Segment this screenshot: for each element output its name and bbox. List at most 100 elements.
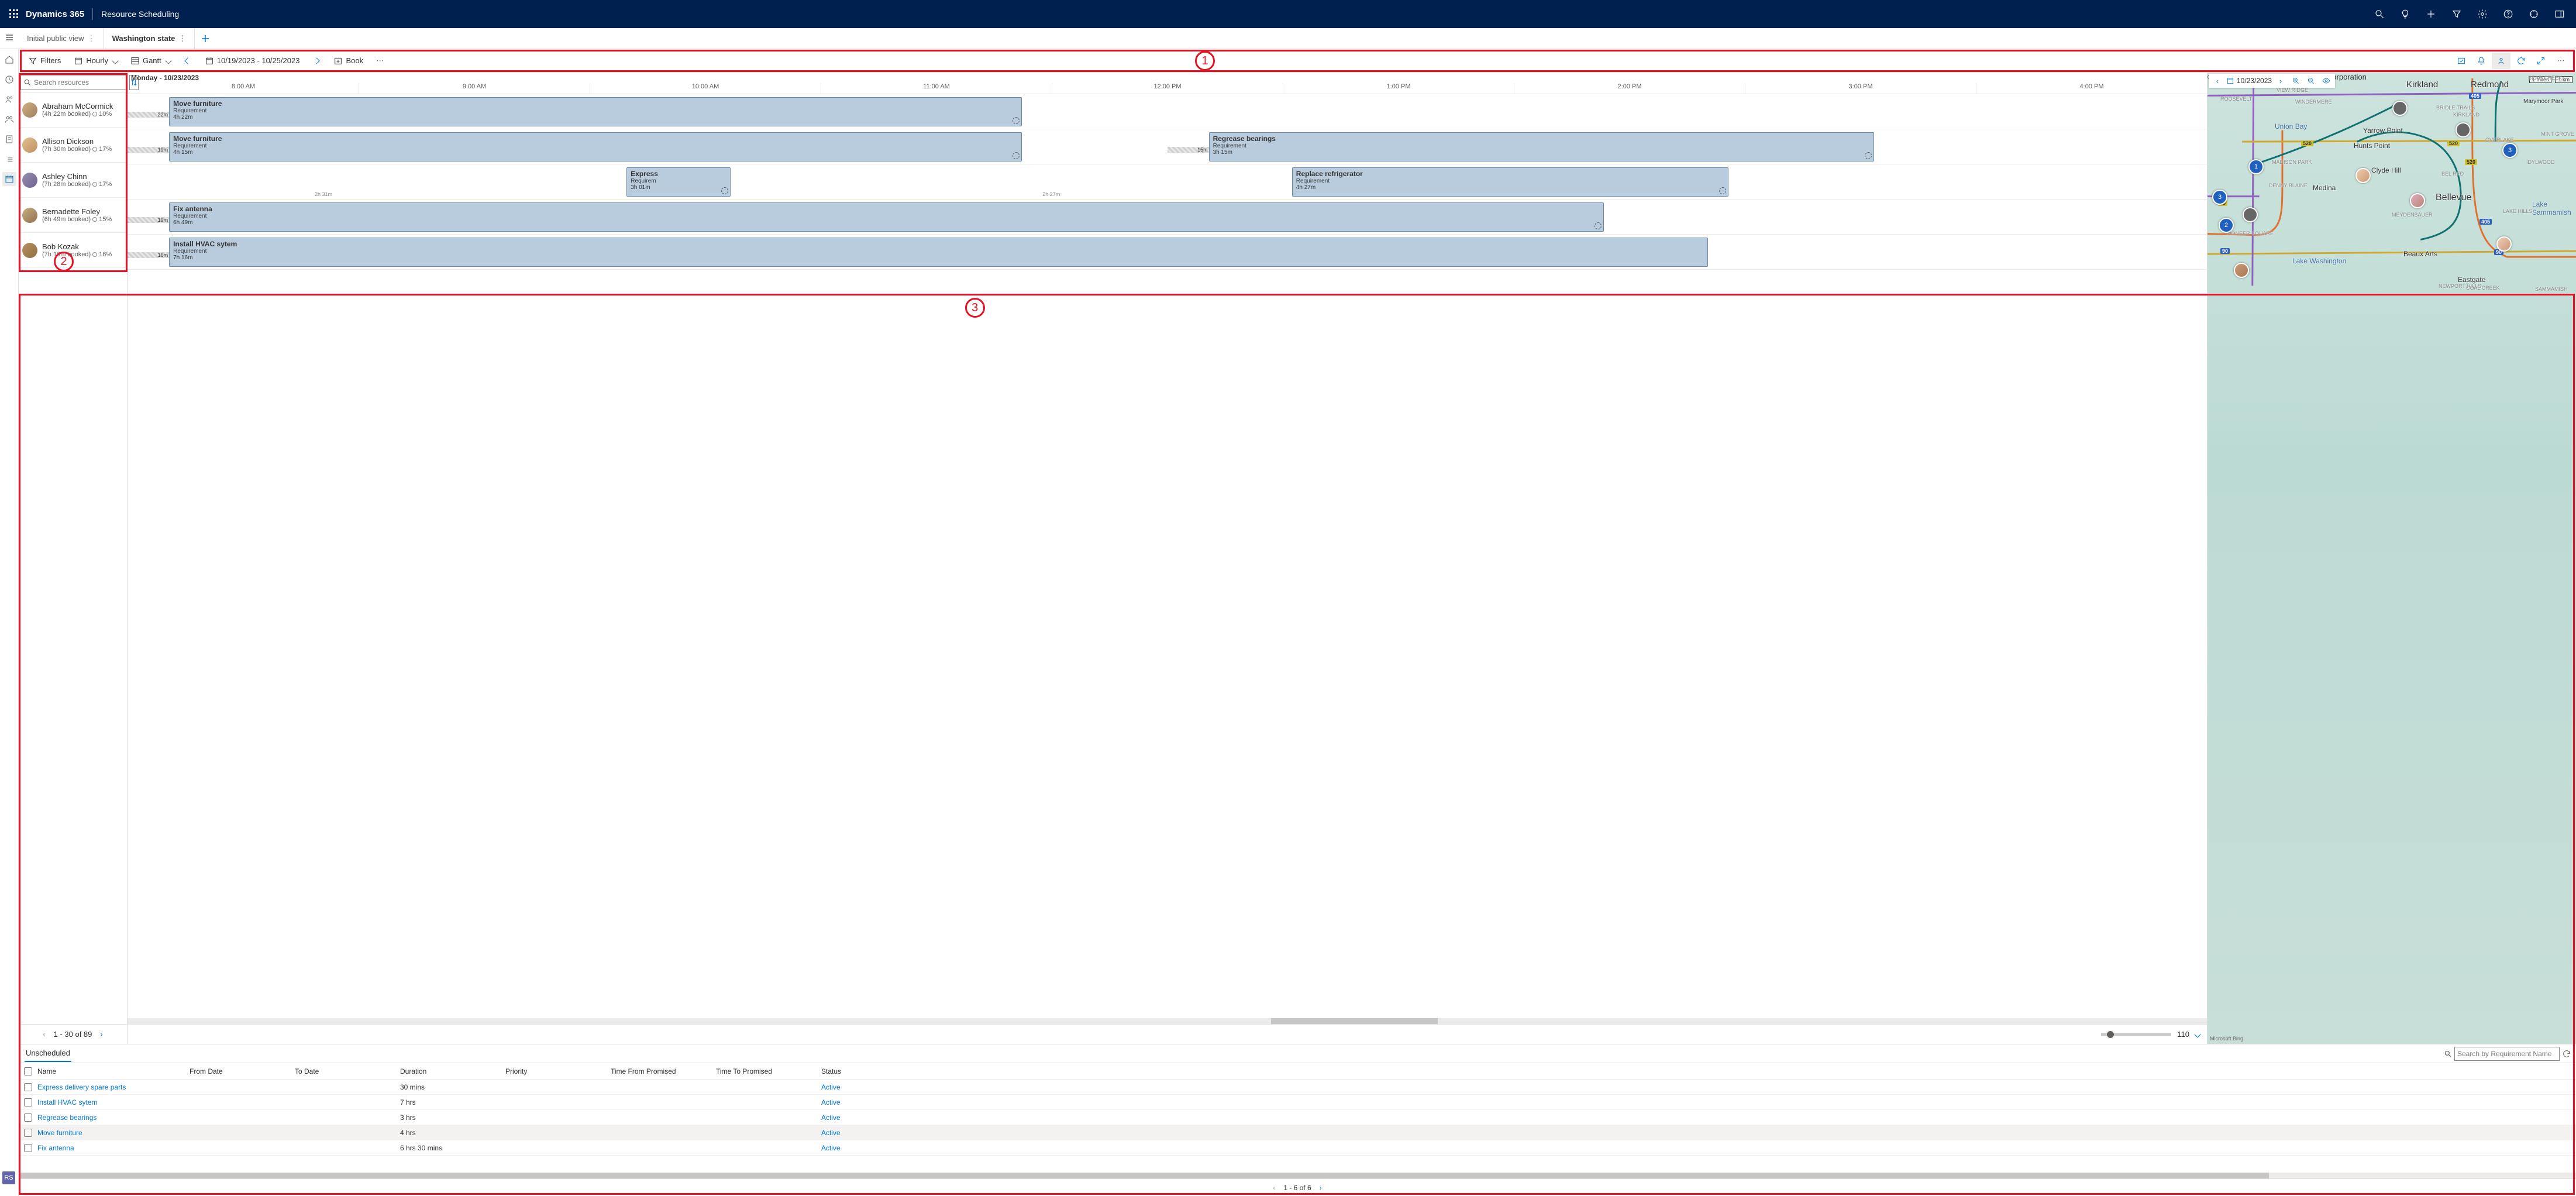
settings-icon[interactable] xyxy=(2471,2,2494,26)
req-status[interactable]: Active xyxy=(821,1129,891,1137)
booking-block[interactable]: Install HVAC sytemRequirement7h 16m xyxy=(169,238,1708,267)
refresh-icon[interactable] xyxy=(2562,1049,2571,1058)
resource-search[interactable] xyxy=(20,75,128,90)
res-pager-prev[interactable]: ‹ xyxy=(43,1030,45,1039)
map-pin[interactable]: 2 xyxy=(2219,218,2234,233)
res-pager-next[interactable]: › xyxy=(100,1030,102,1039)
resource-row[interactable]: Allison Dickson (7h 30m booked)17% xyxy=(19,128,127,163)
gantt-hscroll[interactable] xyxy=(128,1018,2207,1024)
view-tab-washington[interactable]: Washington state ⋮ xyxy=(104,28,195,49)
requirement-row[interactable]: Express delivery spare parts 30 mins Act… xyxy=(19,1080,2576,1095)
app-launcher-icon[interactable] xyxy=(5,5,23,23)
zoom-menu-chevron-icon[interactable] xyxy=(2194,1031,2200,1037)
toolbar-overflow[interactable]: ⋯ xyxy=(373,54,387,68)
book-button[interactable]: Book xyxy=(330,54,367,68)
requirement-row[interactable]: Install HVAC sytem 7 hrs Active xyxy=(19,1095,2576,1110)
col-from[interactable]: From Date xyxy=(190,1067,295,1075)
map-pin[interactable] xyxy=(2496,236,2512,252)
resource-row[interactable]: Abraham McCormick (4h 22m booked)10% xyxy=(19,92,127,128)
alerts-icon[interactable] xyxy=(2472,53,2491,69)
panel-icon[interactable] xyxy=(2548,2,2571,26)
col-ttp[interactable]: Time To Promised xyxy=(716,1067,821,1075)
product-name[interactable]: Dynamics 365 xyxy=(26,9,84,19)
toolbar-more-icon[interactable]: ⋯ xyxy=(2551,53,2570,69)
view-tab-initial[interactable]: Initial public view ⋮ xyxy=(19,28,104,49)
date-next-button[interactable] xyxy=(309,59,324,63)
col-status[interactable]: Status xyxy=(821,1067,891,1075)
requirement-row[interactable]: Fix antenna 6 hrs 30 mins Active xyxy=(19,1140,2576,1156)
idea-icon[interactable] xyxy=(2394,2,2417,26)
col-priority[interactable]: Priority xyxy=(505,1067,611,1075)
gantt-lane[interactable]: 19mFix antennaRequirement6h 49m xyxy=(128,200,2207,235)
rail-recent-icon[interactable] xyxy=(2,73,16,87)
travel-segment[interactable]: 22m xyxy=(128,112,169,118)
gantt-lane[interactable]: 19m15mMove furnitureRequirement4h 15mReg… xyxy=(128,129,2207,164)
add-icon[interactable] xyxy=(2419,2,2443,26)
row-checkbox[interactable] xyxy=(24,1144,32,1152)
map-pin[interactable]: 3 xyxy=(2212,190,2227,205)
map-prev-day[interactable]: ‹ xyxy=(2211,74,2224,87)
req-pager-next[interactable]: › xyxy=(1320,1184,1322,1192)
col-name[interactable]: Name xyxy=(37,1067,190,1075)
map-view-icon[interactable] xyxy=(2320,74,2333,87)
refresh-icon[interactable] xyxy=(2512,53,2530,69)
resource-row[interactable]: Ashley Chinn (7h 28m booked)17% xyxy=(19,163,127,198)
collapse-nav-icon[interactable] xyxy=(0,33,19,43)
booking-block[interactable]: Fix antennaRequirement6h 49m xyxy=(169,202,1604,232)
req-name[interactable]: Fix antenna xyxy=(37,1144,190,1152)
person-icon[interactable] xyxy=(2492,53,2510,69)
map-zoom-out-icon[interactable] xyxy=(2305,74,2317,87)
requirement-row[interactable]: Move furniture 4 hrs Active xyxy=(19,1125,2576,1140)
scale-select[interactable]: Hourly xyxy=(70,54,121,68)
filter-icon[interactable] xyxy=(2445,2,2468,26)
map-pin[interactable] xyxy=(2234,263,2249,278)
rail-team-icon[interactable] xyxy=(2,112,16,126)
map-pin[interactable] xyxy=(2243,207,2258,222)
map-pin[interactable]: 1 xyxy=(2248,159,2264,174)
row-checkbox[interactable] xyxy=(24,1083,32,1091)
req-status[interactable]: Active xyxy=(821,1144,891,1152)
requirement-search-input[interactable] xyxy=(2454,1047,2560,1061)
resource-row[interactable]: Bob Kozak (7h 16m booked)16% xyxy=(19,233,127,268)
col-to[interactable]: To Date xyxy=(295,1067,400,1075)
req-name[interactable]: Move furniture xyxy=(37,1129,190,1137)
row-checkbox[interactable] xyxy=(24,1113,32,1122)
rail-schedule-icon[interactable] xyxy=(2,172,16,186)
rail-list-icon[interactable] xyxy=(2,152,16,166)
rail-people-icon[interactable] xyxy=(2,92,16,106)
req-status[interactable]: Active xyxy=(821,1113,891,1122)
gantt-lane[interactable]: ExpressRequirem3h 01mReplace refrigerato… xyxy=(128,164,2207,200)
travel-segment[interactable]: 15m xyxy=(1168,147,1209,153)
row-checkbox[interactable] xyxy=(24,1098,32,1106)
req-name[interactable]: Install HVAC sytem xyxy=(37,1098,190,1106)
map-pin[interactable] xyxy=(2392,101,2408,116)
req-name[interactable]: Regrease bearings xyxy=(37,1113,190,1122)
map-toggle-icon[interactable] xyxy=(2452,53,2471,69)
map-pin[interactable]: 3 xyxy=(2502,143,2518,158)
app-area[interactable]: Resource Scheduling xyxy=(101,9,179,19)
assist-icon[interactable] xyxy=(2522,2,2546,26)
gantt-lane[interactable]: 16mInstall HVAC sytemRequirement7h 16m xyxy=(128,235,2207,270)
map-zoom-in-icon[interactable] xyxy=(2289,74,2302,87)
layout-select[interactable]: Gantt xyxy=(127,54,174,68)
map-pin[interactable] xyxy=(2410,193,2425,208)
select-all-checkbox[interactable] xyxy=(24,1067,32,1075)
booking-block[interactable]: Move furnitureRequirement4h 15m xyxy=(169,132,1022,161)
expand-icon[interactable] xyxy=(2532,53,2550,69)
resource-row[interactable]: Bernadette Foley (6h 49m booked)15% xyxy=(19,198,127,233)
col-duration[interactable]: Duration xyxy=(400,1067,505,1075)
date-range-button[interactable]: 10/19/2023 - 10/25/2023 xyxy=(201,54,304,68)
app-badge[interactable]: RS xyxy=(2,1171,15,1184)
map-panel[interactable]: ‹ 10/23/2023 › 1 miles1 km xyxy=(2207,73,2576,1044)
travel-segment[interactable]: 19m xyxy=(128,217,169,223)
map-pin[interactable] xyxy=(2456,122,2471,138)
map-date[interactable]: 10/23/2023 xyxy=(2237,77,2272,85)
req-status[interactable]: Active xyxy=(821,1098,891,1106)
map-pin[interactable] xyxy=(2355,168,2371,183)
travel-segment[interactable]: 19m xyxy=(128,147,169,153)
filters-button[interactable]: Filters xyxy=(25,54,64,68)
col-tfp[interactable]: Time From Promised xyxy=(611,1067,716,1075)
gantt-lane[interactable]: 22mMove furnitureRequirement4h 22m xyxy=(128,94,2207,129)
date-prev-button[interactable] xyxy=(180,59,195,63)
rail-doc-icon[interactable] xyxy=(2,132,16,146)
